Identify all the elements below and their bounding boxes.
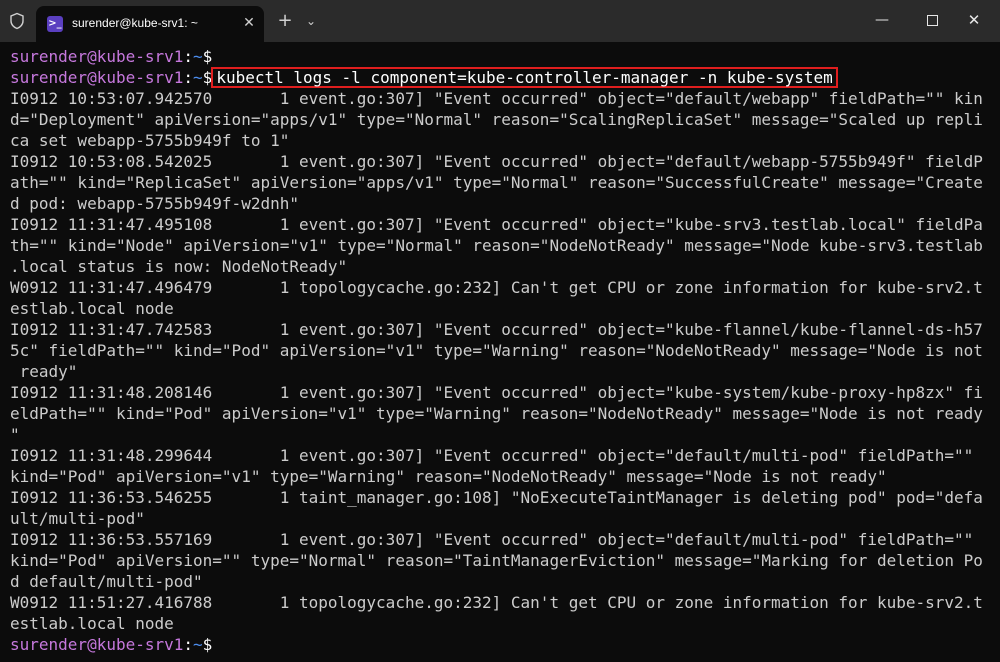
log-line: I0912 11:31:47.742583 1 event.go:307] "E…	[10, 320, 983, 339]
log-line: 5c" fieldPath="" kind="Pod" apiVersion="…	[10, 341, 983, 360]
log-line: W0912 11:51:27.416788 1 topologycache.go…	[10, 593, 983, 612]
command-line: surender@kube-srv1:~$ kubectl logs -l com…	[10, 67, 1000, 88]
prompt-path: ~	[193, 47, 203, 66]
log-line: eldPath="" kind="Pod" apiVersion="v1" ty…	[10, 404, 983, 423]
log-line: I0912 10:53:08.542025 1 event.go:307] "E…	[10, 152, 983, 171]
shield-icon[interactable]	[8, 12, 26, 30]
new-tab-button[interactable]: +	[276, 12, 294, 30]
log-line: th="" kind="Node" apiVersion="v1" type="…	[10, 236, 983, 255]
log-line: estlab.local node	[10, 299, 174, 318]
log-line: kind="Pod" apiVersion="v1" type="Warning…	[10, 467, 887, 486]
log-line: I0912 11:36:53.557169 1 event.go:307] "E…	[10, 530, 974, 549]
tab-terminal[interactable]: >_ surender@kube-srv1: ~ ✕	[36, 6, 264, 42]
prompt-line[interactable]: surender@kube-srv1:~$	[10, 634, 1000, 655]
log-line: kind="Pod" apiVersion="" type="Normal" r…	[10, 551, 983, 570]
prompt-user-host: surender@kube-srv1	[10, 635, 184, 654]
prompt-user-host: surender@kube-srv1	[10, 47, 184, 66]
log-line: I0912 11:31:47.495108 1 event.go:307] "E…	[10, 215, 983, 234]
log-line: d pod: webapp-5755b949f-w2dnh"	[10, 194, 299, 213]
prompt-separator: :	[183, 47, 194, 66]
log-line: I0912 11:31:48.208146 1 event.go:307] "E…	[10, 383, 983, 402]
chevron-down-icon[interactable]: ⌄	[302, 12, 320, 30]
log-line: ult/multi-pod"	[10, 509, 145, 528]
log-line: I0912 10:53:07.942570 1 event.go:307] "E…	[10, 89, 983, 108]
maximize-button[interactable]	[912, 6, 952, 34]
log-line: ready"	[10, 362, 78, 381]
log-line: d="Deployment" apiVersion="apps/v1" type…	[10, 110, 983, 129]
log-line: W0912 11:31:47.496479 1 topologycache.go…	[10, 278, 983, 297]
terminal-window: >_ surender@kube-srv1: ~ ✕ + ⌄ — ✕ suren…	[0, 0, 1000, 662]
minimize-button[interactable]: —	[862, 6, 902, 34]
terminal-output[interactable]: surender@kube-srv1:~$ surender@kube-srv1…	[0, 42, 1000, 662]
log-line: I0912 11:31:48.299644 1 event.go:307] "E…	[10, 446, 974, 465]
log-line: d default/multi-pod"	[10, 572, 203, 591]
prompt-separator: :	[183, 68, 194, 87]
log-output: I0912 10:53:07.942570 1 event.go:307] "E…	[10, 88, 1000, 634]
prompt-user-host: surender@kube-srv1	[10, 68, 184, 87]
prompt-line: surender@kube-srv1:~$	[10, 46, 1000, 67]
powershell-icon: >_	[47, 16, 63, 32]
prompt-symbol: $	[202, 47, 213, 66]
log-line: estlab.local node	[10, 614, 174, 633]
prompt-path: ~	[193, 635, 203, 654]
log-line: "	[10, 425, 20, 444]
highlighted-command: kubectl logs -l component=kube-controlle…	[211, 67, 838, 88]
log-line: .local status is now: NodeNotReady"	[10, 257, 348, 276]
prompt-separator: :	[183, 635, 194, 654]
log-line: I0912 11:36:53.546255 1 taint_manager.go…	[10, 488, 983, 507]
log-line: ca set webapp-5755b949f to 1"	[10, 131, 290, 150]
tab-title: surender@kube-srv1: ~	[72, 16, 198, 30]
prompt-symbol: $	[202, 635, 213, 654]
close-tab-icon[interactable]: ✕	[240, 14, 258, 32]
prompt-path: ~	[193, 68, 203, 87]
maximize-icon	[926, 15, 938, 26]
log-line: ath="" kind="ReplicaSet" apiVersion="app…	[10, 173, 983, 192]
title-bar: >_ surender@kube-srv1: ~ ✕ + ⌄ — ✕	[0, 0, 1000, 42]
close-window-button[interactable]: ✕	[954, 6, 994, 34]
